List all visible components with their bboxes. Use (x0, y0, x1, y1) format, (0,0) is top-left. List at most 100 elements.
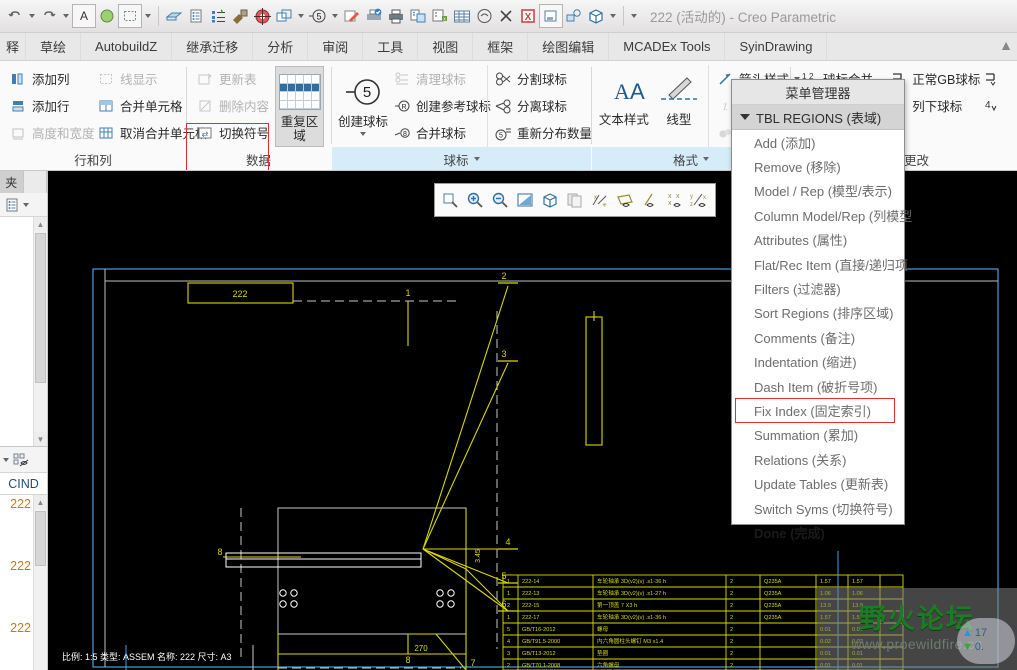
selection-dropdown-caret-icon[interactable] (142, 4, 154, 28)
annotation-icon[interactable]: A (72, 4, 96, 28)
redo-icon[interactable] (38, 4, 60, 28)
clean-balloon-button[interactable]: 清理球标 (390, 65, 485, 92)
switch-symbol-button[interactable]: ⇄ 切换符号 (193, 119, 271, 146)
tab-mcadex-tools[interactable]: MCADEx Tools (609, 33, 726, 60)
note-icon[interactable] (185, 4, 207, 28)
menu-item-column-model-rep[interactable]: Column Model/Rep (列模型 (732, 203, 912, 227)
zoom-out-icon[interactable] (488, 187, 512, 213)
list-scroll-up-icon[interactable]: ▲ (34, 495, 47, 509)
repaint-icon[interactable]: x (429, 4, 451, 28)
tab-sketch[interactable]: 草绘 (26, 33, 82, 60)
merge-balloon-button[interactable]: 8 合并球标 (390, 119, 485, 146)
window-restore-icon[interactable] (539, 4, 563, 28)
chevron-down-icon[interactable] (23, 202, 29, 207)
print-preview-icon[interactable] (363, 4, 385, 28)
window-dropdown-caret-icon[interactable] (295, 4, 307, 28)
create-balloon-caret-icon[interactable] (360, 131, 366, 136)
menu-item-filters[interactable]: Filters (过滤器) (732, 276, 904, 300)
export-icon[interactable] (407, 4, 429, 28)
redistribute-qty-button[interactable]: 5 重新分布数量 (491, 119, 592, 146)
line-style-button[interactable]: 线型 (656, 65, 702, 147)
menu-item-indentation[interactable]: Indentation (缩进) (732, 350, 904, 374)
menu-item-switch-syms[interactable]: Switch Syms (切换符号) (732, 496, 904, 520)
plane-display-icon[interactable] (613, 187, 637, 213)
tab-view[interactable]: 视图 (418, 33, 474, 60)
tab-autobuildz[interactable]: AutobuildZ (81, 33, 173, 60)
window-icon[interactable] (273, 4, 295, 28)
repaint-icon[interactable] (513, 187, 537, 213)
ribbon-collapse-icon[interactable]: ▲ (995, 33, 1017, 57)
axis-display-icon[interactable] (638, 187, 662, 213)
menu-item-relations[interactable]: Relations (关系) (732, 447, 904, 471)
create-balloon-button[interactable]: 5 创建球标 (338, 67, 388, 147)
list-scrollbar[interactable]: ▲ (33, 495, 47, 670)
tab-blank[interactable] (23, 171, 47, 193)
tab-tools[interactable]: 工具 (363, 33, 419, 60)
tab-drawing-edit[interactable]: 绘图编辑 (528, 33, 610, 60)
menu-item-sort-regions[interactable]: Sort Regions (排序区域) (732, 301, 904, 325)
menu-item-flat-rec-item[interactable]: Flat/Rec Item (直接/递归项 (732, 252, 908, 276)
add-column-button[interactable]: 添加列 (6, 65, 92, 92)
balloon-extra-1-button[interactable] (978, 65, 1011, 92)
model-tree-scrollbar[interactable]: ▲ ▼ (33, 217, 47, 446)
text-style-button[interactable]: AA 文本样式 (598, 65, 650, 147)
table-icon[interactable] (451, 4, 473, 28)
scroll-down-arrow-icon[interactable]: ▼ (34, 432, 47, 446)
customize-qat-caret-icon[interactable] (628, 4, 640, 28)
delete-content-button[interactable]: 删除内容 (193, 92, 271, 119)
point-display-icon[interactable]: xxx (663, 187, 687, 213)
menu-item-remove[interactable]: Remove (移除) (732, 154, 904, 178)
hide-items-icon[interactable] (13, 451, 31, 469)
cube-icon[interactable] (585, 4, 607, 28)
zoom-fit-icon[interactable] (438, 187, 462, 213)
balloon-extra-2-button[interactable]: 4 (978, 92, 1011, 119)
tab-review[interactable]: 审阅 (308, 33, 364, 60)
height-width-button[interactable]: 高度和宽度 (6, 119, 95, 146)
ribbon-group-balloon-title[interactable]: 球标 (332, 147, 591, 170)
excel-icon[interactable]: X (517, 4, 539, 28)
appearance-icon[interactable] (229, 4, 251, 28)
tab-inherit-migrate[interactable]: 继承迁移 (172, 33, 254, 60)
menu-item-attributes[interactable]: Attributes (属性) (732, 228, 904, 252)
tab-folder[interactable]: 夹 (0, 171, 24, 193)
detach-balloon-button[interactable]: 分离球标 (491, 92, 585, 119)
menu-section-tbl-regions[interactable]: TBL REGIONS (表域) (732, 105, 904, 130)
saved-views-icon[interactable] (563, 187, 587, 213)
menu-item-fix-index[interactable]: Fix Index (固定索引) (732, 398, 904, 423)
tab-syindrawing[interactable]: SyinDrawing (725, 33, 828, 60)
list-scrollbar-thumb[interactable] (35, 511, 46, 566)
menu-item-dash-item[interactable]: Dash Item (破折号项) (732, 374, 904, 398)
menu-item-comments[interactable]: Comments (备注) (732, 325, 904, 349)
network-speed-widget[interactable]: ▲ 17 ▼ 0. (957, 618, 1015, 664)
cross-icon[interactable] (495, 4, 517, 28)
view-orient-icon[interactable] (538, 187, 562, 213)
tab-analysis[interactable]: 分析 (253, 33, 309, 60)
split-balloon-button[interactable]: 分割球标 (491, 65, 585, 92)
model-tree-icon[interactable] (3, 196, 21, 214)
menu-item-update-tables[interactable]: Update Tables (更新表) (732, 471, 904, 495)
erase-pen-icon[interactable] (341, 4, 363, 28)
cube-dropdown-caret-icon[interactable] (607, 4, 619, 28)
print-icon[interactable] (385, 4, 407, 28)
datum-display-icon[interactable]: x ✳ (588, 187, 612, 213)
tab-frame[interactable]: 框架 (473, 33, 529, 60)
assembly-icon[interactable] (563, 4, 585, 28)
undo-dropdown-caret-icon[interactable] (26, 4, 38, 28)
scrollbar-thumb[interactable] (35, 233, 46, 383)
shade-sphere-icon[interactable] (96, 4, 118, 28)
menu-item-add[interactable]: Add (添加) (732, 130, 904, 154)
repeat-region-button[interactable]: 重复区域 (275, 66, 324, 147)
merge-cells-button[interactable]: 合并单元格 (94, 92, 190, 119)
tab-annotate-partial[interactable]: 释 (0, 33, 27, 60)
target-icon[interactable] (251, 4, 273, 28)
add-row-button[interactable]: 添加行 (6, 92, 92, 119)
measure-icon[interactable] (473, 4, 495, 28)
redo-dropdown-caret-icon[interactable] (60, 4, 72, 28)
chevron-down-icon-2[interactable] (3, 457, 9, 462)
csys-display-icon[interactable]: yz x (688, 187, 712, 213)
menu-item-model-rep[interactable]: Model / Rep (模型/表示) (732, 179, 904, 203)
erase-icon[interactable] (163, 4, 185, 28)
zoom-in-icon[interactable] (463, 187, 487, 213)
unmerge-cells-button[interactable]: 取消合并单元格 (94, 119, 208, 146)
update-table-button[interactable]: 更新表 (193, 65, 271, 92)
